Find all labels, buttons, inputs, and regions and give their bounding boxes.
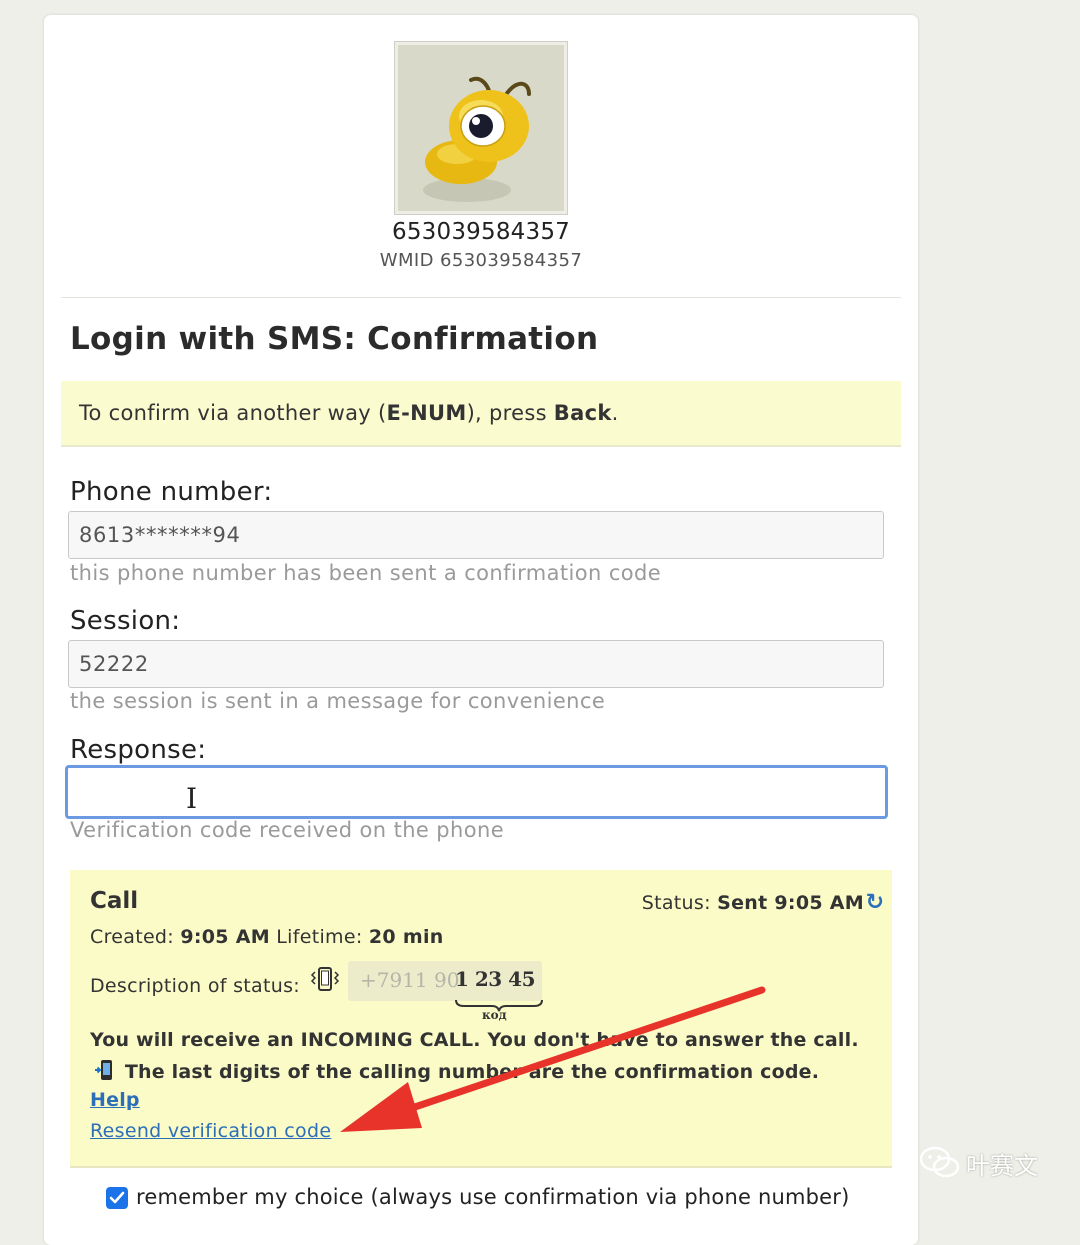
status-value: Sent 9:05 AM — [717, 892, 864, 914]
response-input[interactable]: I — [65, 765, 888, 819]
session-label: Session: — [70, 606, 181, 636]
response-label: Response: — [70, 735, 207, 765]
user-id: 653039584357 — [392, 219, 570, 245]
watermark-text: 叶赛文 — [966, 1152, 1038, 1180]
notice-back: Back — [553, 401, 612, 425]
lifetime-value: 20 min — [368, 926, 444, 948]
red-arrow-annotation — [340, 986, 766, 1132]
remember-label: remember my choice (always use confirmat… — [136, 1185, 850, 1209]
call-status: Status: Sent 9:05 AM — [642, 892, 864, 914]
created-value: 9:05 AM — [180, 926, 270, 948]
help-link[interactable]: Help — [90, 1089, 140, 1111]
status-label: Status: — [641, 892, 718, 914]
description-label: Description of status: — [90, 975, 300, 997]
response-hint: Verification code received on the phone — [70, 818, 505, 842]
refresh-icon[interactable]: ↻ — [866, 890, 884, 915]
page-title: Login with SMS: Confirmation — [70, 321, 599, 357]
session-field[interactable]: 52222 — [68, 640, 884, 688]
notice-text-2: ), press — [466, 401, 554, 425]
call-created: Created: 9:05 AM Lifetime: 20 min — [90, 926, 444, 948]
phone-hint: this phone number has been sent a confir… — [70, 561, 662, 585]
watermark: 叶赛文 — [918, 1142, 1068, 1182]
phone-field[interactable]: 8613*******94 — [68, 511, 884, 559]
notice-method: E-NUM — [386, 401, 467, 425]
wmid-label: WMID 653039584357 — [379, 250, 583, 271]
remember-checkbox[interactable] — [106, 1187, 128, 1209]
call-title: Call — [90, 888, 139, 914]
lifetime-label: Lifetime: — [269, 926, 369, 948]
notice-text-3: . — [611, 401, 619, 425]
text-cursor-icon: I — [186, 782, 198, 815]
phone-label: Phone number: — [70, 477, 273, 507]
wechat-icon — [919, 1146, 960, 1178]
incoming-call-icon — [95, 1060, 112, 1080]
resend-code-link[interactable]: Resend verification code — [90, 1120, 331, 1142]
checkmark-icon — [109, 1191, 125, 1204]
notice-text-1: To confirm via another way ( — [79, 401, 387, 425]
notice-banner: To confirm via another way (E-NUM), pres… — [61, 381, 901, 447]
divider — [61, 297, 901, 298]
created-label: Created: — [90, 926, 181, 948]
ant-mascot-icon — [394, 41, 568, 215]
session-hint: the session is sent in a message for con… — [70, 689, 606, 713]
